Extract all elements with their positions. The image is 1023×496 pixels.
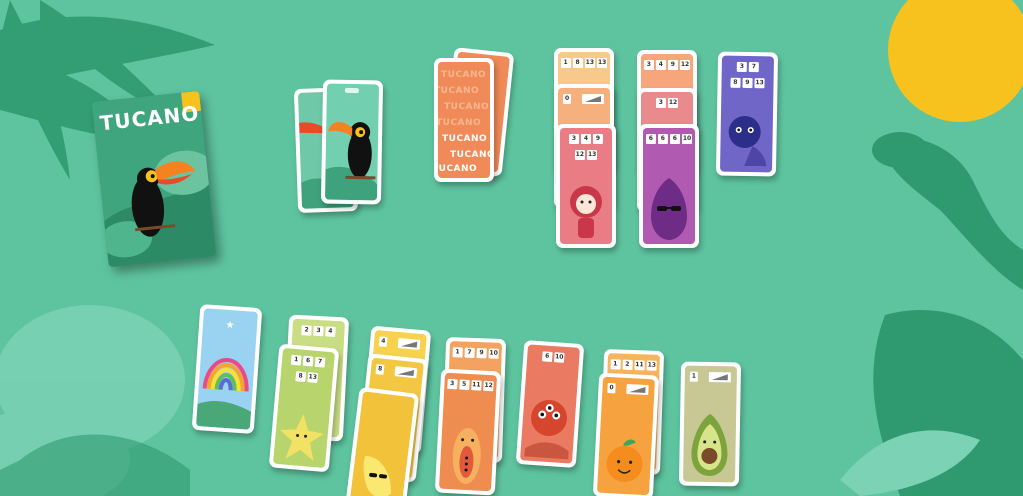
back-text: TUCANO: [444, 102, 490, 112]
lychee-character: [570, 186, 602, 238]
draw-pile-card-back[interactable]: TUCANO TUCANO TUCANO TUCANO TUCANO TUCAN…: [434, 58, 494, 182]
avocado-character: [691, 414, 728, 476]
fig-character: [651, 178, 687, 240]
rambutan-character: [524, 399, 569, 460]
starfruit-character: [279, 413, 324, 462]
blueberry-fruit-card[interactable]: 3 7 8 9 13: [715, 51, 779, 177]
game-box[interactable]: TUCANO: [91, 90, 217, 268]
banana-character: [363, 456, 392, 496]
toucan-card[interactable]: [320, 79, 384, 205]
orange-fruit-card[interactable]: 0: [592, 372, 660, 496]
back-text: TUCANO: [438, 86, 480, 96]
back-text: TUCANO: [438, 164, 478, 174]
back-text: TUCANO: [438, 118, 482, 128]
papaya-character: [452, 427, 481, 484]
game-table: TUCANO TUCANO TUCANO TUCANO TUCANO TUCAN…: [0, 0, 1023, 496]
svg-text:★: ★: [225, 320, 235, 332]
back-text: TUCANO: [442, 134, 488, 144]
fig-fruit-card[interactable]: 6 6 6 10: [639, 124, 699, 248]
lychee-fruit-card[interactable]: 6 10: [515, 340, 585, 468]
starfruit-card[interactable]: 1 6 7 8 13: [268, 343, 340, 473]
avocado-fruit-card[interactable]: 1: [678, 361, 742, 487]
rainbow-card[interactable]: ★: [191, 303, 263, 435]
blueberry-character: [728, 115, 767, 167]
back-text: TUCANO: [450, 150, 490, 160]
orange-character: [606, 439, 643, 482]
lychee-fruit-card[interactable]: 3 4 9 12 13: [556, 124, 616, 248]
back-text: TUCANO: [441, 70, 487, 80]
papaya-fruit-card[interactable]: 3 5 11 12: [434, 368, 502, 496]
